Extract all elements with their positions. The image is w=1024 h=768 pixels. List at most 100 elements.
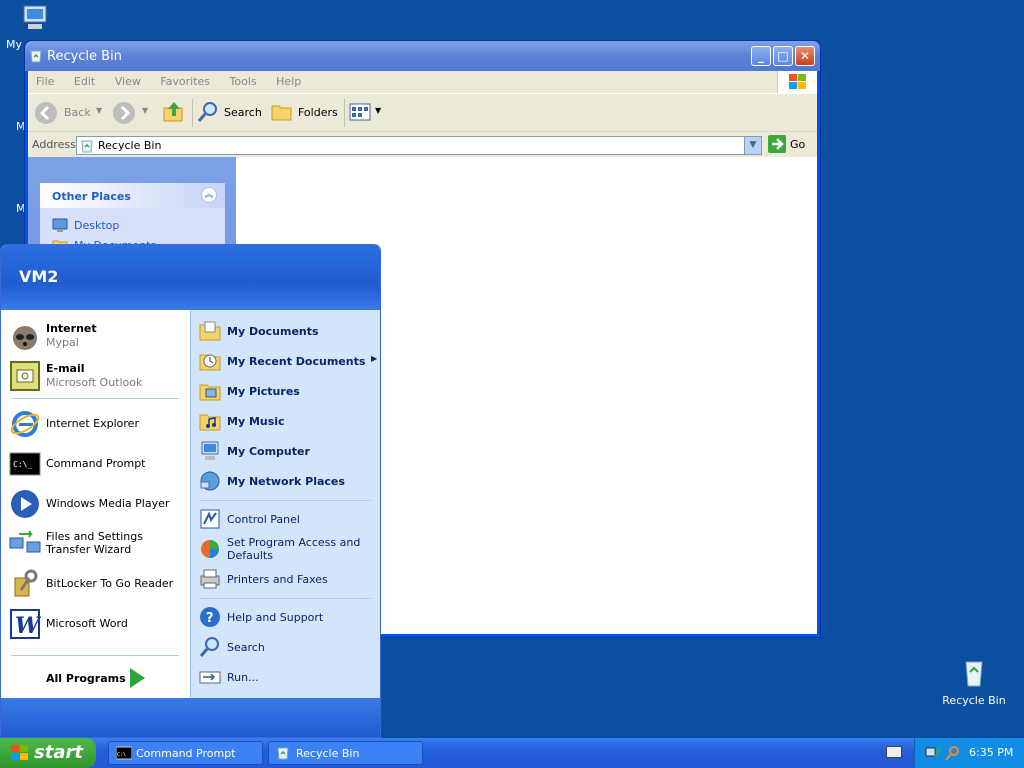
search-icon	[197, 102, 217, 122]
window-title: Recycle Bin	[47, 49, 122, 64]
recent-files-settings-transfer[interactable]: Files and Settings Transfer Wizard	[9, 526, 187, 562]
start-menu-right-pane: My Documents My Recent Documents ▶ My Pi…	[190, 310, 380, 698]
up-folder-button[interactable]	[162, 100, 188, 126]
desktop-icon-my-computer[interactable]: My	[6, 2, 50, 51]
all-programs-button[interactable]: All Programs	[41, 665, 161, 691]
my-documents-icon	[199, 321, 221, 341]
internet-explorer-icon	[10, 411, 40, 437]
recent-bitlocker-reader[interactable]: BitLocker To Go Reader	[9, 566, 187, 602]
place-desktop[interactable]: Desktop	[52, 217, 119, 236]
desktop-icon	[52, 218, 68, 232]
right-help-and-support[interactable]: ? Help and Support	[199, 604, 377, 628]
right-search[interactable]: Search	[199, 634, 377, 658]
recent-windows-media-player[interactable]: Windows Media Player	[9, 486, 187, 522]
folder-icon	[271, 105, 292, 121]
menu-file[interactable]: File	[28, 71, 62, 88]
forward-button[interactable]: ▼	[112, 100, 152, 126]
menu-help[interactable]: Help	[268, 71, 309, 88]
start-menu-header: VM2	[1, 245, 380, 310]
svg-text:?: ?	[206, 611, 214, 626]
program-access-icon	[201, 540, 219, 558]
right-set-program-access[interactable]: Set Program Access and Defaults	[199, 536, 377, 566]
search-button[interactable]: Search	[196, 100, 264, 126]
go-arrow-icon	[768, 135, 786, 153]
right-my-pictures[interactable]: My Pictures	[199, 378, 377, 402]
recent-command-prompt[interactable]: C:\_ Command Prompt	[9, 446, 187, 482]
command-prompt-icon: C:\_	[9, 452, 41, 476]
control-panel-icon	[200, 509, 220, 529]
taskbar-recycle-bin[interactable]: Recycle Bin	[268, 741, 423, 765]
menu-view[interactable]: View	[107, 71, 149, 88]
svg-text:W: W	[15, 613, 41, 639]
outlook-icon	[10, 361, 40, 391]
close-button[interactable]: ✕	[795, 46, 815, 66]
my-pictures-icon	[199, 384, 221, 401]
network-tray-icon[interactable]	[925, 745, 941, 761]
chevron-down-icon: ▼	[142, 106, 149, 115]
system-tray: 6:35 PM	[914, 738, 1024, 768]
right-run[interactable]: Run...	[199, 664, 377, 688]
pinned-internet[interactable]: Internet Mypal	[9, 318, 187, 354]
right-control-panel[interactable]: Control Panel	[199, 506, 377, 530]
collapse-chevron-icon[interactable]: ︽	[201, 187, 217, 203]
recent-internet-explorer[interactable]: Internet Explorer	[9, 406, 187, 442]
right-my-documents[interactable]: My Documents	[199, 318, 377, 342]
separator	[11, 655, 179, 656]
menu-bar: File Edit View Favorites Tools Help	[28, 71, 817, 93]
command-prompt-icon: C:\	[116, 746, 132, 760]
svg-text:C:\: C:\	[117, 752, 126, 758]
minimize-button[interactable]: _	[751, 46, 771, 66]
recent-microsoft-word[interactable]: W Microsoft Word	[9, 606, 187, 642]
bitlocker-key-icon	[14, 569, 38, 597]
toolbar-divider	[192, 99, 193, 127]
other-places-header[interactable]: Other Places ︽	[40, 183, 225, 208]
media-player-icon	[11, 490, 39, 518]
chevron-down-icon: ▼	[96, 106, 103, 115]
separator	[11, 398, 179, 399]
start-menu-left-pane: Internet Mypal E-mail Microsoft Outlook …	[1, 310, 190, 698]
printer-icon	[200, 569, 220, 589]
pinned-email[interactable]: E-mail Microsoft Outlook	[9, 358, 187, 394]
windows-logo-icon	[11, 745, 28, 760]
mypal-raccoon-icon	[13, 326, 37, 350]
start-button[interactable]: start	[0, 738, 96, 768]
right-my-computer[interactable]: My Computer	[199, 438, 377, 462]
desktop-icon-recycle-bin[interactable]: Recycle Bin	[942, 656, 1006, 707]
word-icon: W	[10, 609, 41, 639]
toolbar: Back ▼ ▼ Search Folders ▼	[28, 93, 817, 131]
network-places-icon	[200, 471, 220, 491]
keyboard-icon[interactable]	[886, 746, 902, 758]
help-icon: ?	[200, 607, 220, 627]
menu-favorites[interactable]: Favorites	[152, 71, 218, 88]
separator	[199, 500, 371, 501]
folders-button[interactable]: Folders	[270, 100, 340, 126]
back-button[interactable]: Back ▼	[34, 100, 106, 126]
toolbar-divider	[344, 99, 345, 127]
up-folder-icon	[163, 102, 183, 122]
address-bar: Address Recycle Bin ▼ Go	[28, 131, 817, 157]
start-menu-footer	[1, 698, 380, 737]
maximize-button[interactable]: □	[773, 46, 793, 66]
submenu-arrow-icon: ▶	[371, 354, 378, 363]
run-icon	[199, 671, 221, 684]
right-my-recent-documents[interactable]: My Recent Documents ▶	[199, 348, 377, 372]
right-my-network-places[interactable]: My Network Places	[199, 468, 377, 492]
recycle-bin-icon	[81, 140, 93, 153]
search-tray-icon[interactable]	[945, 745, 961, 761]
clock[interactable]: 6:35 PM	[969, 746, 1013, 759]
views-button[interactable]: ▼	[348, 100, 384, 126]
taskbar: start C:\ Command Prompt Recycle Bin 6:3…	[0, 738, 1024, 768]
start-menu: VM2 Internet Mypal E-mail Microsoft Outl…	[0, 244, 381, 738]
address-dropdown-button[interactable]: ▼	[744, 137, 761, 154]
right-printers-and-faxes[interactable]: Printers and Faxes	[199, 566, 377, 590]
menu-tools[interactable]: Tools	[222, 71, 265, 88]
go-button[interactable]: Go	[768, 135, 812, 155]
recycle-bin-icon	[30, 50, 42, 63]
taskbar-command-prompt[interactable]: C:\ Command Prompt	[108, 741, 263, 765]
chevron-down-icon: ▼	[375, 106, 382, 115]
title-bar[interactable]: Recycle Bin _ □ ✕	[25, 41, 820, 71]
address-input[interactable]: Recycle Bin ▼	[76, 136, 762, 155]
right-my-music[interactable]: My Music	[199, 408, 377, 432]
menu-edit[interactable]: Edit	[66, 71, 103, 88]
computer-icon	[201, 441, 219, 460]
